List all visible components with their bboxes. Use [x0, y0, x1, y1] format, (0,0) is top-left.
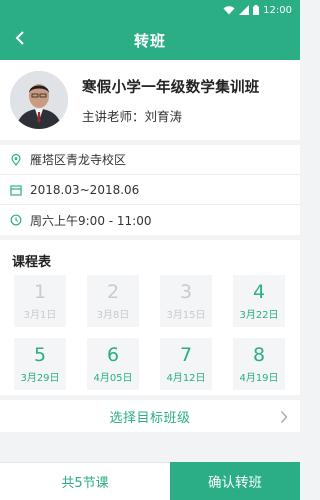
lesson-number: 7: [179, 344, 193, 366]
lesson-5[interactable]: 5 3月29日: [14, 338, 66, 390]
chevron-right-icon: [280, 409, 288, 428]
lesson-number: 5: [33, 344, 47, 366]
location-row: 雁塔区青龙寺校区: [0, 145, 300, 175]
teacher-avatar: [10, 71, 68, 129]
teacher-name: 主讲老师：刘育涛: [82, 108, 183, 124]
clock-icon: [10, 214, 22, 226]
lesson-8[interactable]: 8 4月19日: [233, 338, 285, 390]
lesson-number: 6: [106, 344, 120, 366]
time-text: 周六上午9:00 - 11:00: [30, 213, 152, 228]
lesson-date: 4月19日: [239, 373, 279, 384]
page-title: 转班: [133, 31, 166, 50]
bottom-bar: 共5节课 确认转班: [0, 462, 300, 500]
select-target-class-button[interactable]: 选择目标班级: [0, 400, 300, 432]
lesson-number: 1: [33, 281, 47, 303]
battery-icon: [253, 5, 260, 15]
chevron-left-icon: [14, 30, 26, 50]
location-text: 雁塔区青龙寺校区: [30, 153, 127, 167]
select-target-class-label: 选择目标班级: [109, 410, 191, 426]
lesson-6[interactable]: 6 4月05日: [87, 338, 139, 390]
class-meta: 雁塔区青龙寺校区 2018.03~2018.06 周六上午9:00 - 11:0…: [0, 145, 300, 235]
lesson-date: 4月12日: [166, 373, 206, 384]
period-text: 2018.03~2018.06: [30, 182, 140, 197]
location-pin-icon: [10, 153, 22, 166]
lesson-date: 3月15日: [166, 310, 206, 321]
class-name: 寒假小学一年级数学集训班: [82, 79, 260, 96]
lesson-7[interactable]: 7 4月12日: [160, 338, 212, 390]
class-card: 寒假小学一年级数学集训班 主讲老师：刘育涛: [0, 60, 300, 140]
lesson-number: 3: [179, 281, 193, 303]
schedule-title: 课程表: [12, 255, 52, 270]
lesson-number: 4: [252, 281, 266, 303]
lesson-number: 8: [252, 344, 266, 366]
lesson-date: 3月22日: [239, 310, 279, 321]
nav-bar: 转班: [0, 20, 300, 60]
time-row: 周六上午9:00 - 11:00: [0, 205, 300, 235]
signal-icon: [239, 5, 250, 15]
lesson-2: 2 3月8日: [87, 275, 139, 327]
lesson-date: 3月29日: [20, 373, 60, 384]
status-bar: 12:00: [0, 0, 300, 20]
period-row: 2018.03~2018.06: [0, 175, 300, 205]
schedule-section: 课程表 1 3月1日 2 3月8日 3 3月15日 4 3月22日 5 3月29…: [0, 240, 300, 395]
lesson-date: 4月05日: [93, 373, 133, 384]
lesson-number: 2: [106, 281, 120, 303]
calendar-icon: [10, 184, 22, 196]
confirm-transfer-button[interactable]: 确认转班: [170, 462, 300, 500]
lesson-4[interactable]: 4 3月22日: [233, 275, 285, 327]
lesson-date: 3月8日: [96, 310, 130, 321]
lesson-1: 1 3月1日: [14, 275, 66, 327]
lesson-count: 共5节课: [0, 462, 170, 500]
back-button[interactable]: [6, 26, 34, 54]
lesson-3: 3 3月15日: [160, 275, 212, 327]
lesson-date: 3月1日: [23, 310, 57, 321]
wifi-icon: [223, 5, 235, 15]
status-time: 12:00: [263, 4, 292, 16]
